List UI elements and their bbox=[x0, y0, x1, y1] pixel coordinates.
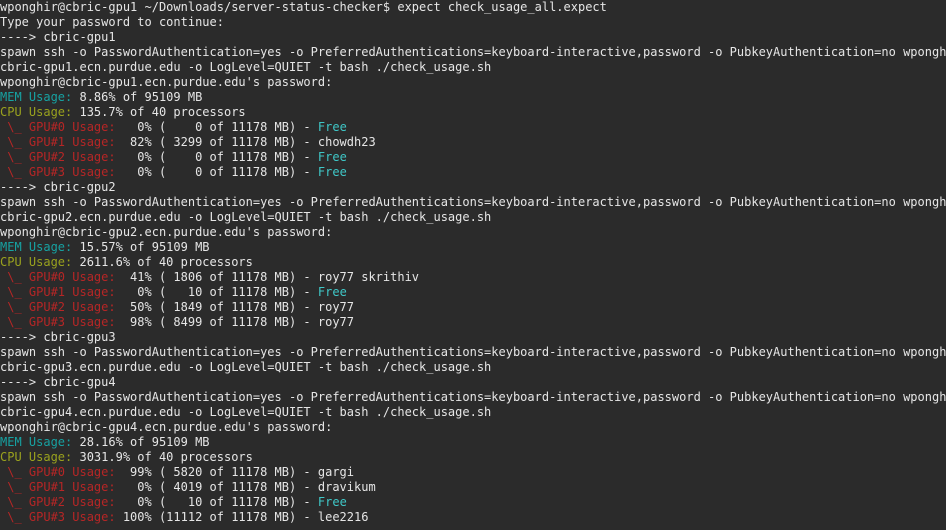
terminal-text-segment: \_ GPU#0 Usage: bbox=[0, 270, 116, 284]
terminal-text-segment: cbric-gpu4.ecn.purdue.edu -o LogLevel=QU… bbox=[0, 405, 492, 419]
terminal-text-segment: 99% ( 5820 of 11178 MB) - gargi bbox=[115, 465, 355, 479]
terminal-text-segment: Free bbox=[317, 150, 347, 164]
terminal-line: \_ GPU#1 Usage: 82% ( 3299 of 11178 MB) … bbox=[0, 135, 946, 150]
terminal-text-segment: spawn ssh -o PasswordAuthentication=yes … bbox=[0, 345, 946, 359]
terminal-text-segment: 0% ( 10 of 11178 MB) - bbox=[115, 285, 318, 299]
terminal-text-segment: cbric-gpu3.ecn.purdue.edu -o LogLevel=QU… bbox=[0, 360, 492, 374]
terminal-line: wponghir@cbric-gpu2.ecn.purdue.edu's pas… bbox=[0, 225, 946, 240]
terminal-text-segment: \_ GPU#3 Usage: bbox=[0, 165, 116, 179]
terminal-line: wponghir@cbric-gpu1.ecn.purdue.edu's pas… bbox=[0, 75, 946, 90]
terminal-line: cbric-gpu4.ecn.purdue.edu -o LogLevel=QU… bbox=[0, 405, 946, 420]
terminal-text-segment: spawn ssh -o PasswordAuthentication=yes … bbox=[0, 390, 946, 404]
terminal-output[interactable]: wponghir@cbric-gpu1 ~/Downloads/server-s… bbox=[0, 0, 946, 530]
terminal-text-segment: \_ GPU#0 Usage: bbox=[0, 465, 116, 479]
terminal-text-segment: 41% ( 1806 of 11178 MB) - roy77 skrithiv bbox=[115, 270, 420, 284]
terminal-line: ----> cbric-gpu1 bbox=[0, 30, 946, 45]
terminal-text-segment: spawn ssh -o PasswordAuthentication=yes … bbox=[0, 45, 946, 59]
terminal-line: \_ GPU#0 Usage: 99% ( 5820 of 11178 MB) … bbox=[0, 465, 946, 480]
terminal-text-segment: 82% ( 3299 of 11178 MB) - chowdh23 bbox=[115, 135, 376, 149]
terminal-text-segment: MEM Usage: bbox=[0, 435, 73, 449]
terminal-line: spawn ssh -o PasswordAuthentication=yes … bbox=[0, 345, 946, 360]
terminal-line: MEM Usage: 28.16% of 95109 MB bbox=[0, 435, 946, 450]
terminal-text-segment: \_ GPU#2 Usage: bbox=[0, 495, 116, 509]
terminal-text-segment: cbric-gpu2.ecn.purdue.edu -o LogLevel=QU… bbox=[0, 210, 492, 224]
terminal-text-segment: MEM Usage: bbox=[0, 90, 73, 104]
terminal-line: \_ GPU#1 Usage: 0% ( 10 of 11178 MB) - F… bbox=[0, 285, 946, 300]
terminal-text-segment: wponghir@cbric-gpu2.ecn.purdue.edu's pas… bbox=[0, 225, 333, 239]
terminal-text-segment: 135.7% of 40 processors bbox=[72, 105, 246, 119]
terminal-text-segment: CPU Usage: bbox=[0, 105, 73, 119]
terminal-line: CPU Usage: 2611.6% of 40 processors bbox=[0, 255, 946, 270]
terminal-line: MEM Usage: 15.57% of 95109 MB bbox=[0, 240, 946, 255]
terminal-text-segment: wponghir@cbric-gpu1.ecn.purdue.edu's pas… bbox=[0, 75, 333, 89]
terminal-text-segment: 2611.6% of 40 processors bbox=[72, 255, 253, 269]
terminal-line: spawn ssh -o PasswordAuthentication=yes … bbox=[0, 390, 946, 405]
terminal-line: spawn ssh -o PasswordAuthentication=yes … bbox=[0, 45, 946, 60]
terminal-line: cbric-gpu1.ecn.purdue.edu -o LogLevel=QU… bbox=[0, 60, 946, 75]
terminal-text-segment: 28.16% of 95109 MB bbox=[72, 435, 210, 449]
terminal-text-segment: \_ GPU#1 Usage: bbox=[0, 285, 116, 299]
terminal-line: \_ GPU#3 Usage: 100% (11112 of 11178 MB)… bbox=[0, 510, 946, 525]
terminal-line: MEM Usage: 8.86% of 95109 MB bbox=[0, 90, 946, 105]
terminal-text-segment: 0% ( 0 of 11178 MB) - bbox=[115, 165, 318, 179]
terminal-text-segment: \_ GPU#1 Usage: bbox=[0, 135, 116, 149]
terminal-text-segment: ----> cbric-gpu1 bbox=[0, 30, 116, 44]
terminal-text-segment: \_ GPU#3 Usage: bbox=[0, 510, 116, 524]
terminal-text-segment: 0% ( 10 of 11178 MB) - bbox=[115, 495, 318, 509]
terminal-line: \_ GPU#0 Usage: 0% ( 0 of 11178 MB) - Fr… bbox=[0, 120, 946, 135]
terminal-text-segment: \_ GPU#3 Usage: bbox=[0, 315, 116, 329]
terminal-line: Type your password to continue: bbox=[0, 15, 946, 30]
terminal-text-segment: cbric-gpu1.ecn.purdue.edu -o LogLevel=QU… bbox=[0, 60, 492, 74]
terminal-text-segment: wponghir@cbric-gpu1 ~/Downloads/server-s… bbox=[0, 0, 607, 14]
terminal-line: \_ GPU#3 Usage: 98% ( 8499 of 11178 MB) … bbox=[0, 315, 946, 330]
terminal-line: CPU Usage: 135.7% of 40 processors bbox=[0, 105, 946, 120]
terminal-text-segment: wponghir@cbric-gpu4.ecn.purdue.edu's pas… bbox=[0, 420, 333, 434]
terminal-text-segment: Free bbox=[317, 285, 347, 299]
terminal-line: \_ GPU#2 Usage: 50% ( 1849 of 11178 MB) … bbox=[0, 300, 946, 315]
terminal-text-segment: MEM Usage: bbox=[0, 240, 73, 254]
terminal-text-segment: \_ GPU#1 Usage: bbox=[0, 480, 116, 494]
terminal-text-segment: 98% ( 8499 of 11178 MB) - roy77 bbox=[115, 315, 355, 329]
terminal-text-segment: ----> cbric-gpu2 bbox=[0, 180, 116, 194]
terminal-text-segment: \_ GPU#2 Usage: bbox=[0, 150, 116, 164]
terminal-text-segment: \_ GPU#0 Usage: bbox=[0, 120, 116, 134]
terminal-line: \_ GPU#1 Usage: 0% ( 4019 of 11178 MB) -… bbox=[0, 480, 946, 495]
terminal-text-segment: 8.86% of 95109 MB bbox=[72, 90, 203, 104]
terminal-line: spawn ssh -o PasswordAuthentication=yes … bbox=[0, 195, 946, 210]
terminal-line: ----> cbric-gpu2 bbox=[0, 180, 946, 195]
terminal-line: \_ GPU#3 Usage: 0% ( 0 of 11178 MB) - Fr… bbox=[0, 165, 946, 180]
terminal-text-segment: CPU Usage: bbox=[0, 255, 73, 269]
terminal-text-segment: 100% (11112 of 11178 MB) - lee2216 bbox=[115, 510, 369, 524]
terminal-line: ----> cbric-gpu4 bbox=[0, 375, 946, 390]
terminal-text-segment: 0% ( 4019 of 11178 MB) - dravikum bbox=[115, 480, 376, 494]
terminal-line: ----> cbric-gpu3 bbox=[0, 330, 946, 345]
terminal-text-segment: 3031.9% of 40 processors bbox=[72, 450, 253, 464]
terminal-text-segment: Free bbox=[317, 120, 347, 134]
terminal-line: \_ GPU#0 Usage: 41% ( 1806 of 11178 MB) … bbox=[0, 270, 946, 285]
terminal-text-segment: ----> cbric-gpu3 bbox=[0, 330, 116, 344]
terminal-text-segment: \_ GPU#2 Usage: bbox=[0, 300, 116, 314]
terminal-text-segment: Free bbox=[317, 495, 347, 509]
terminal-line: \_ GPU#2 Usage: 0% ( 0 of 11178 MB) - Fr… bbox=[0, 150, 946, 165]
terminal-text-segment: spawn ssh -o PasswordAuthentication=yes … bbox=[0, 195, 946, 209]
terminal-line: wponghir@cbric-gpu4.ecn.purdue.edu's pas… bbox=[0, 420, 946, 435]
terminal-text-segment: 0% ( 0 of 11178 MB) - bbox=[115, 150, 318, 164]
terminal-text-segment: 15.57% of 95109 MB bbox=[72, 240, 210, 254]
terminal-text-segment: ----> cbric-gpu4 bbox=[0, 375, 116, 389]
terminal-line: CPU Usage: 3031.9% of 40 processors bbox=[0, 450, 946, 465]
terminal-line: cbric-gpu2.ecn.purdue.edu -o LogLevel=QU… bbox=[0, 210, 946, 225]
terminal-line: \_ GPU#2 Usage: 0% ( 10 of 11178 MB) - F… bbox=[0, 495, 946, 510]
terminal-text-segment: Type your password to continue: bbox=[0, 15, 224, 29]
terminal-text-segment: 50% ( 1849 of 11178 MB) - roy77 bbox=[115, 300, 355, 314]
terminal-text-segment: Free bbox=[317, 165, 347, 179]
terminal-text-segment: 0% ( 0 of 11178 MB) - bbox=[115, 120, 318, 134]
terminal-line: wponghir@cbric-gpu1 ~/Downloads/server-s… bbox=[0, 0, 946, 15]
terminal-line: cbric-gpu3.ecn.purdue.edu -o LogLevel=QU… bbox=[0, 360, 946, 375]
terminal-text-segment: CPU Usage: bbox=[0, 450, 73, 464]
